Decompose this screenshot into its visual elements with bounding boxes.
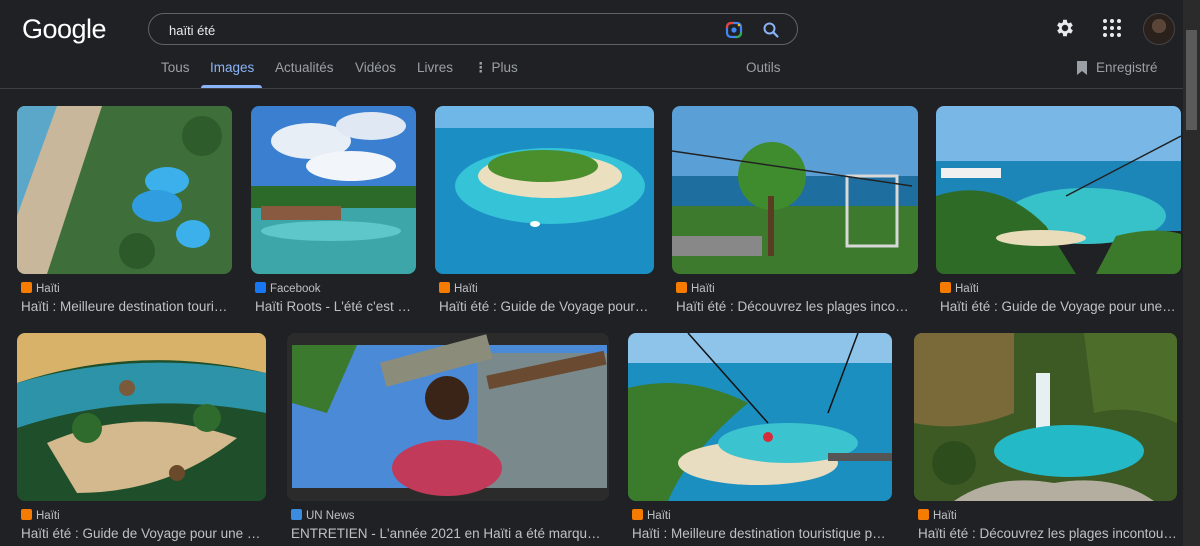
result-thumbnail[interactable] — [936, 106, 1181, 274]
saved-button[interactable]: Enregistré — [1096, 60, 1158, 75]
favicon-icon — [291, 509, 302, 520]
result-title[interactable]: Haïti été : Guide de Voyage pour une … — [21, 526, 267, 541]
result-source[interactable]: Haïti — [21, 509, 60, 522]
favicon-icon — [255, 282, 266, 293]
tab-all[interactable]: Tous — [161, 60, 190, 75]
bookmark-icon[interactable] — [1075, 60, 1089, 76]
image-result-card[interactable]: Haïti Haïti été : Découvrez les plages i… — [914, 333, 1177, 546]
image-results-grid: Haïti Haïti : Meilleure destination tour… — [0, 90, 1183, 546]
tools-button[interactable]: Outils — [746, 60, 781, 75]
image-result-card[interactable]: Haïti Haïti : Meilleure destination tour… — [17, 106, 232, 336]
favicon-icon — [676, 282, 687, 293]
result-thumbnail[interactable] — [914, 333, 1177, 501]
favicon-icon — [632, 509, 643, 520]
result-source[interactable]: Haïti — [632, 509, 671, 522]
avatar[interactable] — [1143, 13, 1175, 45]
favicon-icon — [439, 282, 450, 293]
result-source[interactable]: UN News — [291, 509, 355, 522]
favicon-icon — [940, 282, 951, 293]
tab-images[interactable]: Images — [210, 60, 254, 75]
result-source[interactable]: Haïti — [21, 282, 60, 295]
result-title[interactable]: Haïti Roots - L'été c'est … — [255, 299, 417, 314]
gear-icon[interactable] — [1054, 17, 1076, 39]
image-result-card[interactable]: Facebook Haïti Roots - L'été c'est … — [251, 106, 416, 336]
favicon-icon — [21, 509, 32, 520]
image-result-card[interactable]: Haïti Haïti été : Guide de Voyage pour… — [435, 106, 654, 336]
result-source[interactable]: Facebook — [255, 282, 321, 295]
google-lens-icon[interactable] — [724, 20, 744, 40]
result-thumbnail[interactable] — [17, 333, 266, 501]
result-thumbnail[interactable] — [628, 333, 892, 501]
tab-videos[interactable]: Vidéos — [355, 60, 396, 75]
scrollbar-thumb[interactable] — [1186, 30, 1197, 130]
image-result-card[interactable]: Haïti Haïti été : Découvrez les plages i… — [672, 106, 918, 336]
header: Google — [0, 0, 1200, 54]
image-result-card[interactable]: UN News ENTRETIEN - L'année 2021 en Haït… — [287, 333, 609, 546]
image-result-card[interactable]: Haïti Haïti : Meilleure destination tour… — [628, 333, 892, 546]
google-logo[interactable]: Google — [22, 14, 107, 45]
image-result-card[interactable]: Haïti Haïti été : Guide de Voyage pour u… — [17, 333, 266, 546]
result-title[interactable]: Haïti : Meilleure destination touri… — [21, 299, 233, 314]
search-tabs: Tous Images Actualités Vidéos Livres ⋮ Pl… — [0, 54, 1183, 89]
result-thumbnail[interactable] — [435, 106, 654, 274]
favicon-icon — [21, 282, 32, 293]
active-tab-indicator — [201, 85, 262, 88]
result-thumbnail[interactable] — [672, 106, 918, 274]
image-result-card[interactable]: Haïti Haïti été : Guide de Voyage pour u… — [936, 106, 1181, 336]
result-source[interactable]: Haïti — [940, 282, 979, 295]
apps-grid-icon[interactable] — [1102, 18, 1122, 38]
result-title[interactable]: Haïti été : Découvrez les plages inco… — [676, 299, 919, 314]
result-thumbnail[interactable] — [17, 106, 232, 274]
result-title[interactable]: ENTRETIEN - L'année 2021 en Haïti a été … — [291, 526, 609, 541]
tab-more-label: Plus — [491, 60, 518, 75]
result-source[interactable]: Haïti — [439, 282, 478, 295]
more-vert-icon: ⋮ — [474, 60, 488, 75]
result-source[interactable]: Haïti — [918, 509, 957, 522]
tab-books[interactable]: Livres — [417, 60, 453, 75]
result-title[interactable]: Haïti été : Guide de Voyage pour… — [439, 299, 655, 314]
search-box[interactable] — [148, 13, 798, 45]
result-thumbnail[interactable] — [287, 333, 609, 501]
result-source[interactable]: Haïti — [676, 282, 715, 295]
favicon-icon — [918, 509, 929, 520]
result-title[interactable]: Haïti : Meilleure destination touristiqu… — [632, 526, 892, 541]
search-input[interactable] — [167, 20, 711, 40]
tab-news[interactable]: Actualités — [275, 60, 334, 75]
result-title[interactable]: Haïti été : Découvrez les plages inconto… — [918, 526, 1177, 541]
tab-more[interactable]: ⋮ Plus — [474, 60, 518, 76]
result-thumbnail[interactable] — [251, 106, 416, 274]
search-icon[interactable] — [761, 20, 781, 40]
result-title[interactable]: Haïti été : Guide de Voyage pour une… — [940, 299, 1180, 314]
